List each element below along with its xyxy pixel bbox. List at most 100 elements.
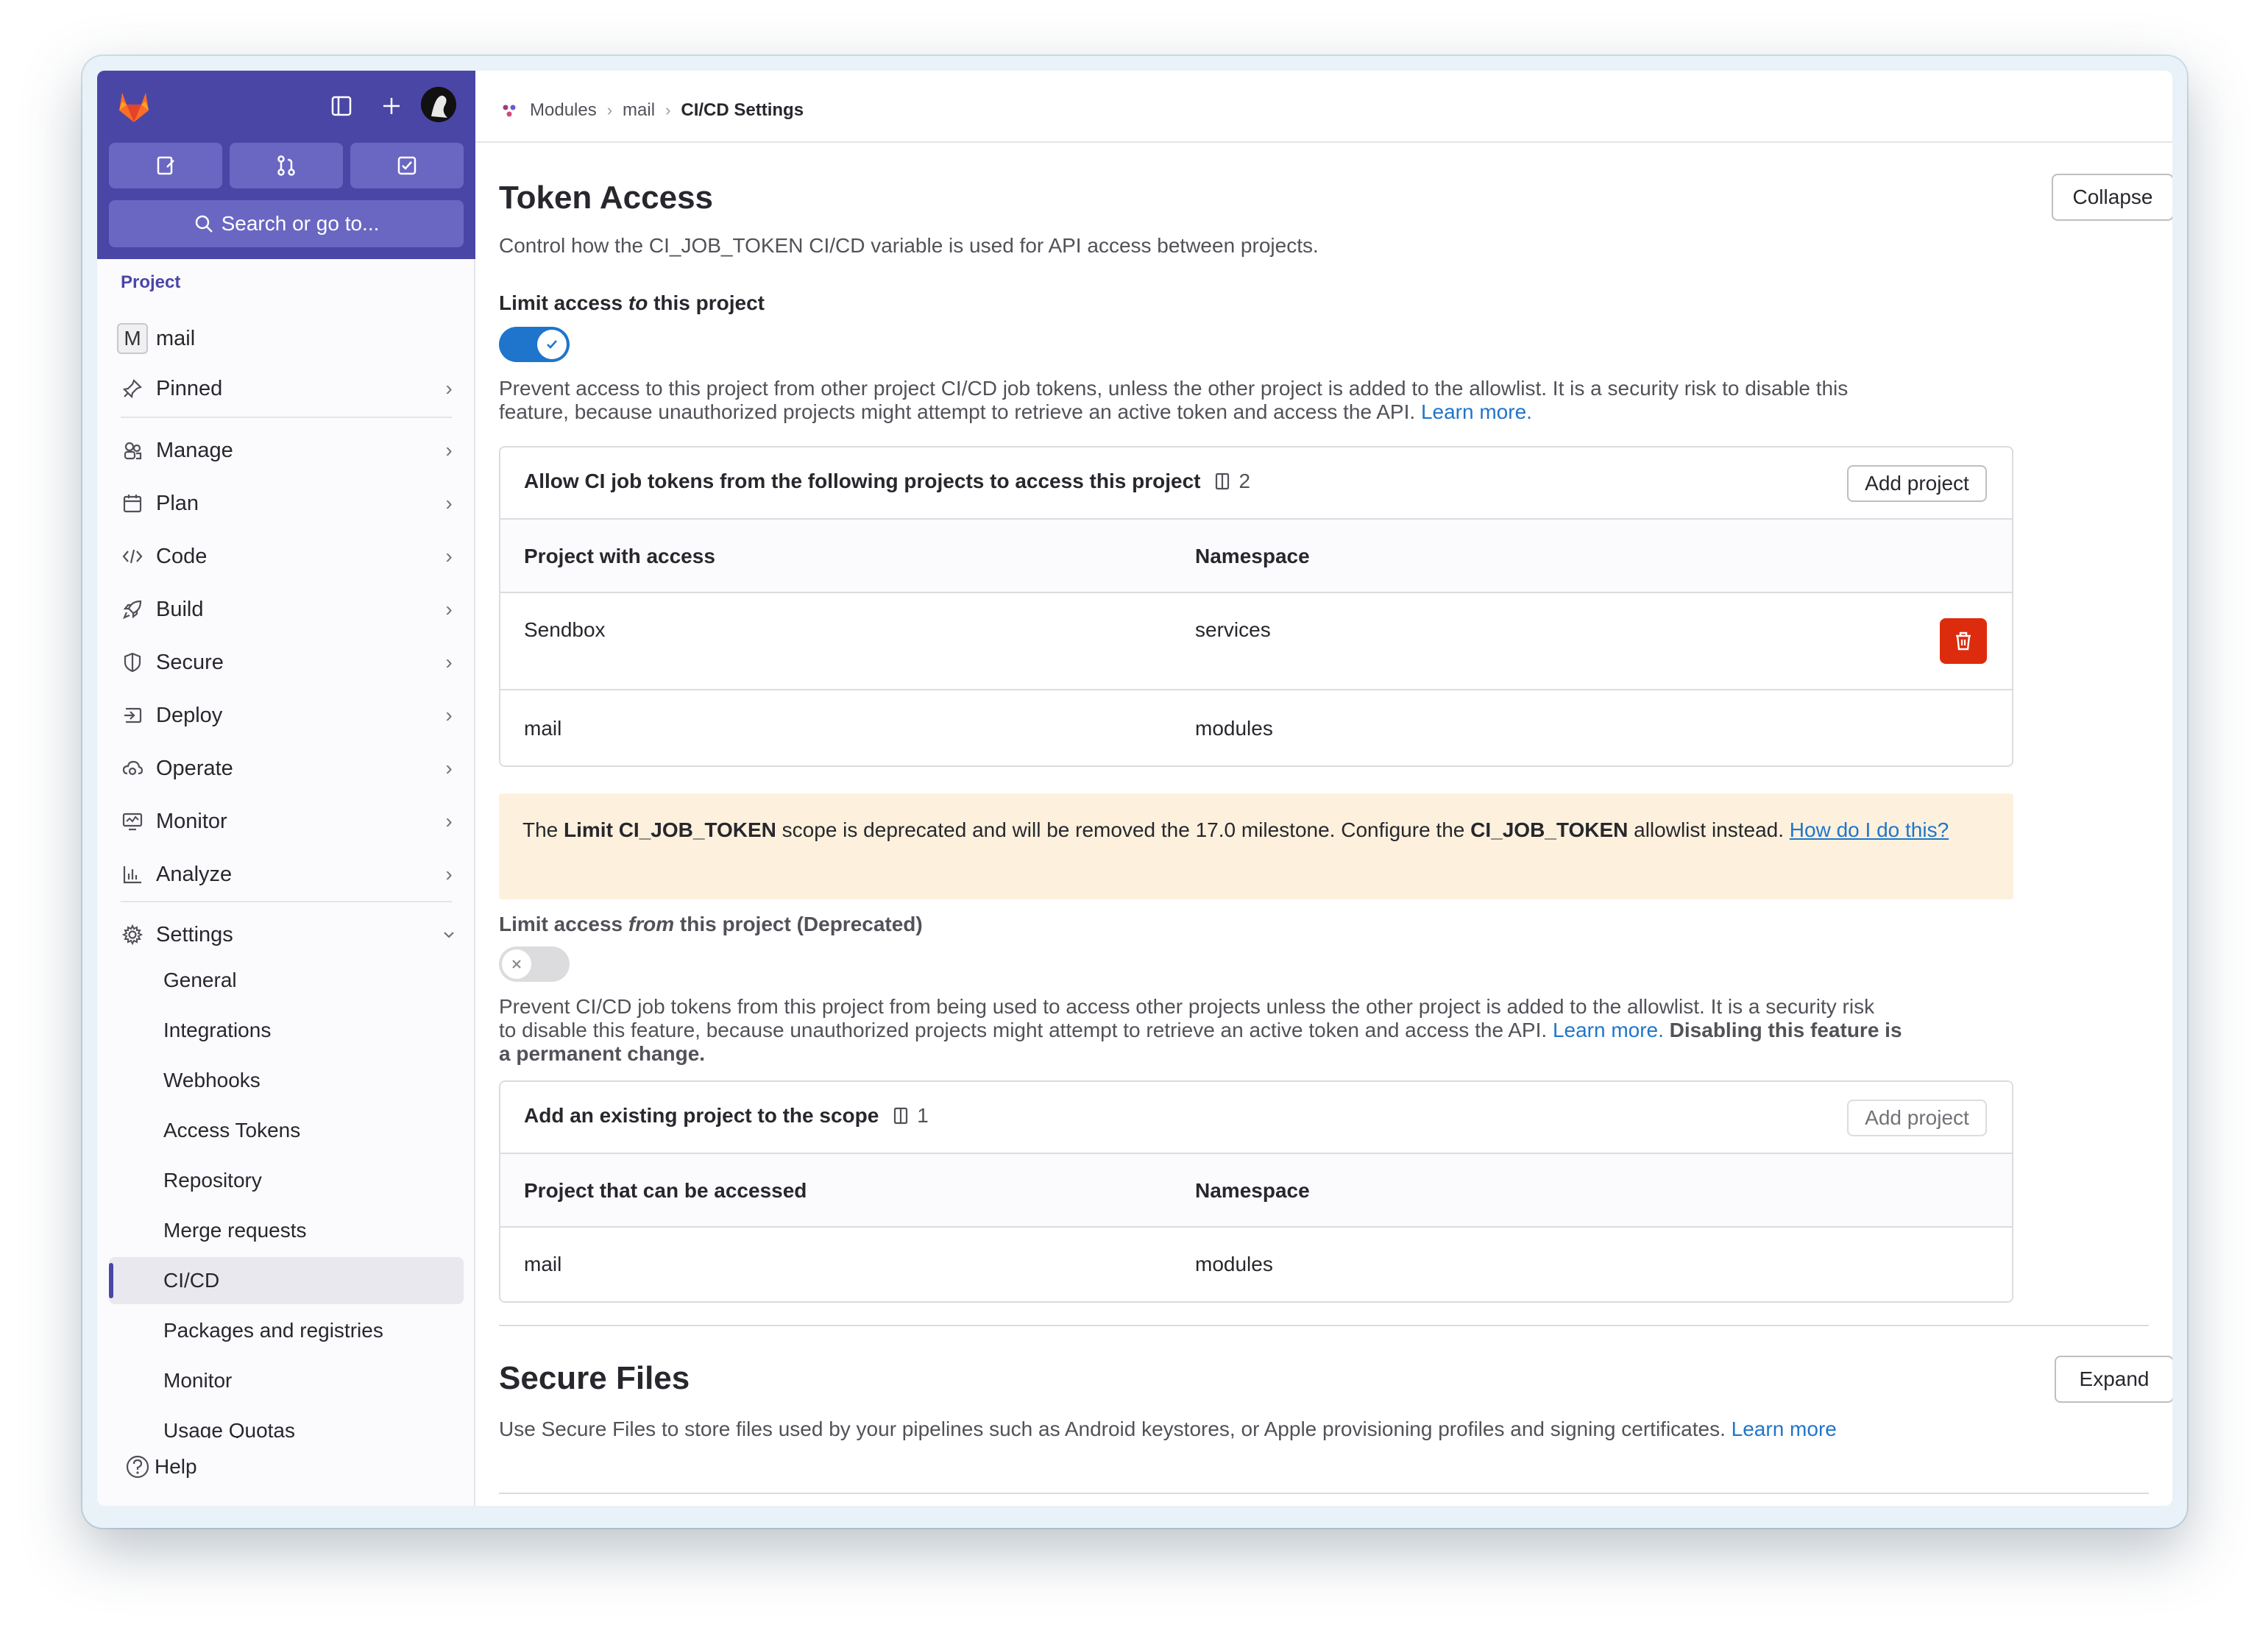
limit-from-label: Limit access from this project (Deprecat… [499,913,923,935]
project-name-cell: Sendbox [524,618,606,641]
user-avatar[interactable] [421,87,456,122]
column-header: Namespace [1195,1179,1310,1202]
chevron-down-icon [434,927,464,943]
sidebar-item-pinned[interactable]: Pinned › [109,367,464,411]
gitlab-logo-icon[interactable] [113,85,155,127]
sidebar-item-label: Manage [156,438,233,462]
sidebar-item-label: Plan [156,491,199,515]
sidebar-item-settings[interactable]: Settings [109,913,464,957]
table-row: mail modules [500,690,2012,765]
secure-files-description: Use Secure Files to store files used by … [499,1418,1837,1440]
help-button[interactable]: Help [125,1454,197,1479]
sidebar: Search or go to... Project M mail Pinned… [97,71,475,1506]
create-new-icon[interactable] [375,90,408,122]
scope-card-title: Add an existing project to the scope [524,1104,879,1127]
allowlist-card-title: Allow CI job tokens from the following p… [524,470,1201,492]
limit-to-label: Limit access to this project [499,291,765,314]
sidebar-item-secure[interactable]: Secure › [109,640,464,684]
sidebar-subitem-monitor[interactable]: Monitor [163,1369,232,1392]
sidebar-item-label: Deploy [156,703,223,727]
todos-shortcut-button[interactable] [350,143,464,188]
limit-from-toggle[interactable] [499,946,570,982]
chart-icon [109,863,156,885]
sidebar-subitem-cicd[interactable]: CI/CD [163,1269,219,1292]
scope-card-header: Add an existing project to the scope 1 A… [500,1082,2012,1154]
add-project-button[interactable]: Add project [1847,465,1987,502]
learn-more-link[interactable]: Learn more. [1553,1019,1664,1041]
sidebar-subitem-usage-quotas[interactable]: Usage Quotas [163,1419,295,1438]
issues-icon [157,156,174,175]
collapse-button[interactable]: Collapse [2052,174,2172,221]
sidebar-toggle-icon[interactable] [325,90,358,122]
project-count-badge: 2 [1212,470,1250,493]
namespace-cell: services [1195,618,1271,641]
breadcrumb-item-current[interactable]: CI/CD Settings [681,100,804,121]
sidebar-item-code[interactable]: Code › [109,534,464,578]
sidebar-subitem-general[interactable]: General [163,969,237,992]
monitor-icon [109,810,156,832]
breadcrumb: Modules › mail › CI/CD Settings [499,96,804,125]
rocket-icon [109,598,156,620]
column-header: Project that can be accessed [524,1179,807,1202]
sidebar-subitem-repository[interactable]: Repository [163,1169,262,1192]
group-avatar-icon [500,102,518,119]
deploy-icon [109,704,156,726]
project-avatar: M [117,323,148,354]
how-do-i-do-this-link[interactable]: How do I do this? [1790,818,1949,841]
learn-more-link[interactable]: Learn more. [1421,400,1532,423]
deprecation-alert: The Limit CI_JOB_TOKEN scope is deprecat… [499,793,2013,899]
issues-shortcut-button[interactable] [109,143,222,188]
sidebar-item-deploy[interactable]: Deploy › [109,693,464,737]
chevron-right-icon: › [665,101,671,119]
calendar-icon [109,492,156,514]
chevron-right-icon: › [606,101,613,119]
section-divider [499,1493,2149,1494]
sidebar-item-project[interactable]: M mail [109,316,464,361]
column-header: Project with access [524,545,715,567]
pin-icon [109,378,156,400]
sidebar-active-indicator [109,1263,113,1298]
merge-request-icon [277,155,295,176]
search-button[interactable]: Search or go to... [109,200,464,247]
sidebar-item-manage[interactable]: Manage › [109,428,464,473]
chevron-right-icon: › [445,757,453,779]
learn-more-link[interactable]: Learn more [1732,1418,1837,1440]
sidebar-item-monitor[interactable]: Monitor › [109,799,464,843]
sidebar-subitem-webhooks[interactable]: Webhooks [163,1069,261,1092]
sidebar-subitem-packages-registries[interactable]: Packages and registries [163,1319,383,1342]
limit-to-toggle[interactable] [499,327,570,362]
sidebar-item-label: Pinned [156,376,223,400]
sidebar-item-label: Operate [156,756,233,780]
chevron-right-icon: › [445,598,453,620]
sidebar-item-operate[interactable]: Operate › [109,746,464,790]
limit-to-help: Prevent access to this project from othe… [499,377,1849,423]
add-project-button-disabled[interactable]: Add project [1847,1100,1987,1136]
breadcrumb-item-mail[interactable]: mail [623,100,655,121]
sidebar-item-analyze[interactable]: Analyze › [109,852,464,896]
search-icon [195,215,213,233]
sidebar-item-label: Build [156,597,204,621]
sidebar-header: Search or go to... [97,71,475,259]
namespace-cell: modules [1195,1253,1273,1275]
remove-project-button[interactable] [1940,618,1987,664]
breadcrumb-item-modules[interactable]: Modules [530,100,597,121]
sidebar-subitem-merge-requests[interactable]: Merge requests [163,1219,307,1242]
section-divider [499,1325,2149,1326]
chevron-right-icon: › [445,810,453,832]
trash-icon [1956,631,1971,651]
merge-requests-shortcut-button[interactable] [230,143,343,188]
sidebar-item-plan[interactable]: Plan › [109,481,464,525]
close-icon [502,949,531,979]
project-icon [894,1107,908,1125]
sidebar-subitem-integrations[interactable]: Integrations [163,1019,271,1042]
todo-icon [397,156,417,175]
chevron-right-icon: › [445,651,453,673]
token-access-title: Token Access [499,180,714,216]
sidebar-item-build[interactable]: Build › [109,587,464,631]
sidebar-subitem-access-tokens[interactable]: Access Tokens [163,1119,300,1142]
allowlist-card-header: Allow CI job tokens from the following p… [500,447,2012,520]
namespace-cell: modules [1195,717,1273,740]
chevron-right-icon: › [445,863,453,885]
expand-button[interactable]: Expand [2055,1356,2172,1403]
search-label: Search or go to... [221,212,380,235]
